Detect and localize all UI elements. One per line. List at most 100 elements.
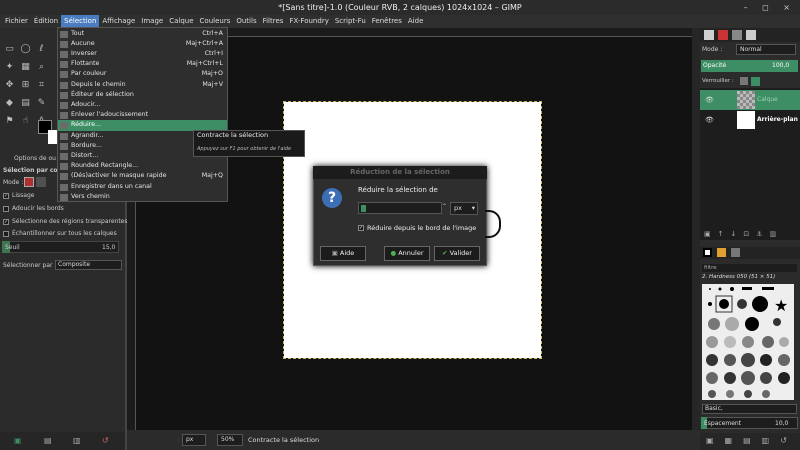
menu-item[interactable]: Aucune Maj+Ctrl+A	[58, 39, 227, 50]
rect-select-icon[interactable]: ▭	[4, 44, 15, 55]
gradients-tab-icon[interactable]	[731, 248, 740, 257]
brush-action-buttons[interactable]: ▣▦▤▥↺	[706, 436, 798, 445]
gradient-icon[interactable]: ▤	[20, 98, 31, 109]
patterns-tab-icon[interactable]	[717, 248, 726, 257]
reset-options-icon[interactable]: ↺	[102, 436, 109, 445]
vertical-scrollbar[interactable]	[692, 28, 700, 430]
menu-item[interactable]: Vers chemin	[58, 192, 227, 203]
undo-tab-icon[interactable]	[746, 30, 756, 40]
tool-options-footer: ▣ ▤ ▥ ↺	[0, 432, 125, 450]
menu-item-shortcut: Maj+O	[201, 70, 223, 78]
menu-item-label: Adoucir...	[71, 100, 101, 108]
window-controls[interactable]: – ◻ ×	[744, 0, 796, 15]
help-button[interactable]: ▣ Aide	[320, 246, 366, 261]
save-options-icon[interactable]: ▣	[14, 436, 22, 445]
lissage-checkbox[interactable]: ✓ Lissage	[3, 192, 34, 199]
menu-filtres[interactable]: Filtres	[260, 15, 287, 28]
menu-item[interactable]: Rounded Rectangle...	[58, 161, 227, 172]
layer-name[interactable]: Arrière-plan	[757, 116, 798, 123]
brush-grid[interactable]: ★	[702, 284, 794, 400]
layer-thumbnail	[737, 111, 755, 129]
menu-outils[interactable]: Outils	[233, 15, 259, 28]
menu-item-label: Distort...	[71, 151, 99, 159]
restore-options-icon[interactable]: ▤	[44, 436, 52, 445]
brush-filter-input[interactable]: filtre	[702, 264, 797, 272]
visibility-eye-icon[interactable]: 👁	[705, 96, 714, 104]
menu-fichier[interactable]: Fichier	[2, 15, 31, 28]
menu-item[interactable]: Tout Ctrl+A	[58, 29, 227, 40]
brushes-tab-icon[interactable]	[703, 248, 712, 257]
unit-dropdown[interactable]: px ▾	[450, 202, 478, 215]
zoom-icon[interactable]: ⌕	[36, 62, 47, 73]
ok-button[interactable]: ✔ Valider	[434, 246, 480, 261]
menu-item[interactable]: Éditeur de sélection	[58, 90, 227, 101]
transparent-checkbox[interactable]: ✓ Sélectionne des régions transparentes	[3, 218, 128, 225]
transparent-label: Sélectionne des régions transparentes	[12, 218, 128, 225]
menu-item[interactable]: (Dés)activer le masque rapide Maj+Q	[58, 171, 227, 182]
menu-fx-foundry[interactable]: FX-Foundry	[286, 15, 331, 28]
zoom-selector[interactable]: 50%	[217, 434, 243, 446]
brush-category-dropdown[interactable]: Basic,	[702, 404, 797, 414]
lock-pixels-icon[interactable]	[740, 77, 748, 85]
tooltip-help: Appuyez sur F1 pour obtenir de l'aide	[197, 146, 292, 152]
mode-replace-icon[interactable]	[24, 177, 34, 187]
paths-tab-icon[interactable]	[732, 30, 742, 40]
pencil-icon[interactable]: ✎	[36, 98, 47, 109]
color-select-icon[interactable]: ▦	[20, 62, 31, 73]
current-brush-name: 2. Hardness 050 (51 × 51)	[702, 274, 776, 280]
smudge-icon[interactable]: ☝	[20, 116, 31, 127]
layer-action-buttons[interactable]: ▣↑↓⊡⚓▥	[704, 230, 783, 238]
shrink-amount-input[interactable]	[358, 202, 442, 214]
lock-alpha-icon[interactable]	[751, 77, 760, 86]
menu-script-fu[interactable]: Script-Fu	[332, 15, 369, 28]
shrink-amount-cursor	[361, 205, 366, 212]
menu-item-shortcut: Maj+V	[202, 80, 223, 88]
menu-aide[interactable]: Aide	[405, 15, 426, 28]
fuzzy-select-icon[interactable]: ✦	[4, 62, 15, 73]
tool-options-tab[interactable]: Options de ou	[14, 155, 56, 162]
menu-item-icon	[60, 71, 68, 79]
visibility-eye-icon[interactable]: 👁	[705, 116, 714, 124]
lock-label: Verrouiller :	[702, 78, 734, 84]
layer-name[interactable]: Calque	[757, 96, 778, 103]
menu-item[interactable]: Inverser Ctrl+I	[58, 49, 227, 60]
menu-item[interactable]: Adoucir...	[58, 100, 227, 111]
spin-arrows-icon[interactable]: ⌃	[442, 203, 447, 210]
unit-selector[interactable]: px	[182, 434, 206, 446]
lasso-icon[interactable]: ℓ	[36, 44, 47, 55]
mode-add-icon[interactable]	[36, 177, 46, 187]
status-message: Contracte la sélection	[248, 436, 320, 444]
menu-item-icon	[60, 183, 68, 191]
crop-icon[interactable]: ⌗	[36, 80, 47, 91]
menu-item-shortcut: Ctrl+I	[204, 49, 223, 57]
delete-options-icon[interactable]: ▥	[73, 436, 81, 445]
opacity-label: Opacité	[703, 62, 727, 69]
sample-merged-checkbox[interactable]: Échantillonner sur tous les calques	[3, 230, 117, 237]
layer-mode-label: Mode :	[702, 46, 723, 53]
layers-tab-icon[interactable]	[704, 30, 714, 40]
bucket-icon[interactable]: ◆	[4, 98, 15, 109]
clone-icon[interactable]: ⚑	[4, 116, 15, 127]
menu-item[interactable]: Enlever l'adoucissement	[58, 110, 227, 121]
cancel-button[interactable]: ● Annuler	[384, 246, 430, 261]
menu-item[interactable]: Par couleur Maj+O	[58, 69, 227, 80]
help-label: Aide	[339, 249, 355, 257]
move-icon[interactable]: ✥	[4, 80, 15, 91]
menu-item-icon	[60, 91, 68, 99]
align-icon[interactable]: ⊞	[20, 80, 31, 91]
dialog-title: Réduction de la sélection	[313, 166, 487, 179]
threshold-value: 15,0	[102, 244, 116, 251]
ellipse-select-icon[interactable]: ◯	[20, 44, 31, 55]
menu-item[interactable]: Flottante Maj+Ctrl+L	[58, 59, 227, 70]
menu-item[interactable]: Depuis le chemin Maj+V	[58, 80, 227, 91]
menu-item-label: Enregistrer dans un canal	[71, 182, 152, 190]
layer-mode-dropdown[interactable]: Normal	[736, 44, 796, 55]
shrink-from-edge-checkbox[interactable]: ✓ Réduire depuis le bord de l'image	[358, 224, 476, 232]
adoucir-checkbox[interactable]: Adoucir les bords	[3, 205, 64, 212]
menu-item[interactable]: Enregistrer dans un canal	[58, 182, 227, 193]
select-by-dropdown[interactable]: Composite	[55, 260, 122, 270]
menu-item-label: Éditeur de sélection	[71, 90, 134, 98]
svg-text:★: ★	[774, 296, 788, 315]
channels-tab-icon[interactable]	[718, 30, 728, 40]
menu-fenetres[interactable]: Fenêtres	[369, 15, 405, 28]
